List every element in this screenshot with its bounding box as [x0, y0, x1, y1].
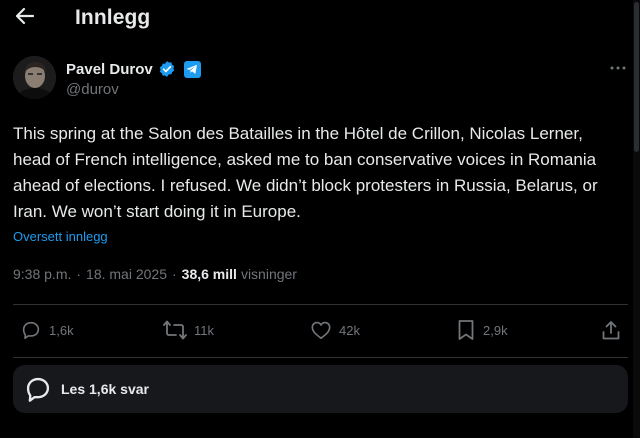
repost-button[interactable]: 11k: [163, 318, 214, 342]
avatar-image: [13, 56, 56, 99]
repost-count: 11k: [194, 322, 214, 338]
views-label: visninger: [240, 266, 297, 282]
reply-button[interactable]: 1,6k: [20, 318, 74, 342]
like-count: 42k: [339, 322, 360, 338]
read-replies-button[interactable]: Les 1,6k svar: [13, 365, 628, 413]
header: Innlegg: [0, 0, 640, 38]
bookmark-count: 2,9k: [483, 322, 508, 338]
like-button[interactable]: 42k: [310, 318, 360, 342]
bookmark-icon: [458, 320, 474, 340]
share-button[interactable]: [601, 318, 621, 342]
post-text: This spring at the Salon des Batailles i…: [13, 124, 598, 221]
views-count: 38,6 mill: [181, 266, 237, 282]
post-meta: 9:38 p.m. · 18. mai 2025 · 38,6 mill vis…: [13, 266, 297, 282]
more-options-button[interactable]: [606, 58, 630, 78]
avatar[interactable]: [13, 56, 56, 99]
divider-top: [13, 304, 628, 305]
translate-post-link[interactable]: Oversett innlegg: [13, 229, 108, 244]
action-bar: 1,6k 11k 42k 2,9k: [0, 306, 640, 356]
author-name[interactable]: Pavel Durov: [66, 61, 153, 78]
read-replies-label: Les 1,6k svar: [61, 381, 149, 397]
arrow-left-icon: [15, 7, 35, 25]
divider-bottom: [13, 357, 628, 358]
meta-separator: ·: [76, 266, 82, 282]
scrollbar-thumb[interactable]: [634, 2, 639, 152]
repost-icon: [163, 320, 187, 340]
verified-badge-icon: [158, 60, 176, 78]
post-time[interactable]: 9:38 p.m.: [13, 266, 71, 282]
back-button[interactable]: [12, 5, 38, 27]
reply-icon: [22, 321, 40, 340]
telegram-icon[interactable]: [183, 60, 201, 78]
author-row: Pavel Durov: [66, 58, 201, 80]
page-title: Innlegg: [75, 6, 151, 29]
reply-count: 1,6k: [49, 322, 74, 338]
meta-separator: ·: [172, 266, 177, 282]
more-dots-icon: [610, 66, 626, 70]
replies-bubble-icon: [24, 375, 52, 403]
bookmark-button[interactable]: 2,9k: [456, 318, 508, 342]
author-handle[interactable]: @durov: [66, 81, 119, 98]
share-icon: [602, 321, 620, 340]
post-date[interactable]: 18. mai 2025: [86, 266, 167, 282]
heart-icon: [311, 321, 331, 339]
